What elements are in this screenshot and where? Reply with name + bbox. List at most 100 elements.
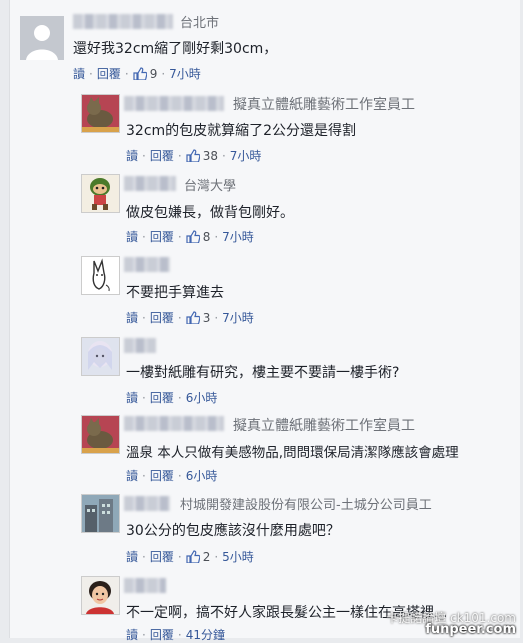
comment-4: 不要把手算進去 讀 · 回覆 · 3 · 7小時 xyxy=(0,253,523,333)
sketch-animal-avatar-icon xyxy=(82,257,119,294)
separator: · xyxy=(177,468,182,483)
separator: · xyxy=(177,310,182,325)
read-link[interactable]: 讀 xyxy=(126,626,138,643)
separator: · xyxy=(161,66,166,81)
commenter-name-blurred[interactable] xyxy=(73,14,173,29)
comment-5: 一樓對紙雕有研究，樓主要不要請一樓手術? 讀 · 回覆 · 6小時 xyxy=(0,333,523,411)
comment-actions: 讀 · 回覆 · 38 · 7小時 xyxy=(126,147,261,164)
commenter-affiliation: 台北市 xyxy=(180,16,220,31)
timestamp[interactable]: 6小時 xyxy=(186,389,218,406)
avatar[interactable] xyxy=(20,16,64,60)
comment-text: 32cm的包皮就算縮了2公分還是得割 xyxy=(126,123,357,139)
comment-text: 還好我32cm縮了剛好剩30cm， xyxy=(73,41,278,57)
separator: · xyxy=(142,468,146,483)
comment-actions: 讀 · 回覆 · 9 · 7小時 xyxy=(73,65,201,82)
watermark-site: funpeer.com xyxy=(425,622,516,637)
cat-photo-avatar-icon xyxy=(82,416,119,453)
reply-link[interactable]: 回覆 xyxy=(150,309,174,326)
separator: · xyxy=(177,549,182,564)
comment-text: 做皮包嫌長，做背包剛好。 xyxy=(126,205,294,221)
like-thumb-icon[interactable] xyxy=(186,230,200,243)
separator: · xyxy=(142,390,146,405)
separator: · xyxy=(142,549,146,564)
timestamp[interactable]: 41分鐘 xyxy=(186,626,225,643)
comment-3: 台灣大學 做皮包嫌長，做背包剛好。 讀 · 回覆 · 8 · 7小時 xyxy=(0,172,523,253)
like-thumb-icon[interactable] xyxy=(133,67,147,80)
avatar[interactable] xyxy=(81,94,120,133)
timestamp[interactable]: 7小時 xyxy=(169,65,201,82)
reply-link[interactable]: 回覆 xyxy=(150,147,174,164)
read-link[interactable]: 讀 xyxy=(126,389,138,406)
commenter-name-blurred[interactable] xyxy=(124,176,176,191)
comment-text: 不要把手算進去 xyxy=(126,285,224,301)
person-photo-avatar-icon xyxy=(82,577,119,614)
commenter-name-blurred[interactable] xyxy=(124,96,224,111)
like-thumb-icon[interactable] xyxy=(186,311,200,324)
like-thumb-icon[interactable] xyxy=(186,550,200,563)
read-link[interactable]: 讀 xyxy=(126,548,138,565)
separator: · xyxy=(142,148,146,163)
like-count: 38 xyxy=(202,148,218,163)
timestamp[interactable]: 7小時 xyxy=(230,147,262,164)
read-link[interactable]: 讀 xyxy=(126,309,138,326)
timestamp[interactable]: 6小時 xyxy=(186,467,218,484)
like-count: 8 xyxy=(202,229,211,244)
commenter-name-blurred[interactable] xyxy=(124,496,170,511)
timestamp[interactable]: 5小時 xyxy=(222,548,254,565)
separator: · xyxy=(142,229,146,244)
commenter-affiliation: 擬真立體紙雕藝術工作室員工 xyxy=(233,418,415,434)
default-avatar-icon xyxy=(20,16,64,60)
comment-text: 溫泉 本人只做有美感物品,問問環保局清潔隊應該會處理 xyxy=(126,445,459,461)
comment-7: 村城開發建設股份有限公司-土城分公司員工 30公分的包皮應該沒什麼用處吧？ 讀 … xyxy=(0,491,523,573)
commenter-affiliation: 台灣大學 xyxy=(184,179,237,194)
comment-actions: 讀 · 回覆 · 8 · 7小時 xyxy=(126,228,254,245)
read-link[interactable]: 讀 xyxy=(73,65,85,82)
comment-actions: 讀 · 回覆 · 2 · 5小時 xyxy=(126,548,254,565)
commenter-name-blurred[interactable] xyxy=(124,257,170,272)
comment-actions: 讀 · 回覆 · 41分鐘 xyxy=(126,626,225,643)
commenter-affiliation: 擬真立體紙雕藝術工作室員工 xyxy=(233,97,415,113)
reply-link[interactable]: 回覆 xyxy=(150,228,174,245)
like-thumb-icon[interactable] xyxy=(186,149,200,162)
cat-photo-avatar-icon xyxy=(82,95,119,132)
separator: · xyxy=(214,229,219,244)
anime-girl-avatar-icon xyxy=(82,338,119,375)
commenter-name-blurred[interactable] xyxy=(124,338,156,353)
site-watermark: 卡提諾論壇 ck101.com funpeer.com xyxy=(340,611,520,637)
like-count: 9 xyxy=(149,66,158,81)
avatar[interactable] xyxy=(81,174,120,213)
reply-link[interactable]: 回覆 xyxy=(150,548,174,565)
commenter-name-blurred[interactable] xyxy=(124,578,166,593)
separator: · xyxy=(177,390,182,405)
reply-link[interactable]: 回覆 xyxy=(150,626,174,643)
separator: · xyxy=(177,627,182,642)
reply-link[interactable]: 回覆 xyxy=(150,389,174,406)
reply-link[interactable]: 回覆 xyxy=(150,467,174,484)
timestamp[interactable]: 7小時 xyxy=(222,309,254,326)
read-link[interactable]: 讀 xyxy=(126,228,138,245)
comment-text: 30公分的包皮應該沒什麼用處吧？ xyxy=(126,523,340,539)
avatar[interactable] xyxy=(81,576,120,615)
read-link[interactable]: 讀 xyxy=(126,467,138,484)
comment-6: 擬真立體紙雕藝術工作室員工 溫泉 本人只做有美感物品,問問環保局清潔隊應該會處理… xyxy=(0,411,523,491)
avatar[interactable] xyxy=(81,494,120,533)
avatar[interactable] xyxy=(81,337,120,376)
separator: · xyxy=(89,66,93,81)
like-count: 3 xyxy=(202,310,211,325)
read-link[interactable]: 讀 xyxy=(126,147,138,164)
avatar[interactable] xyxy=(81,415,120,454)
commenter-affiliation: 村城開發建設股份有限公司-土城分公司員工 xyxy=(180,498,432,513)
separator: · xyxy=(142,627,146,642)
comment-actions: 讀 · 回覆 · 6小時 xyxy=(126,389,217,406)
building-photo-avatar-icon xyxy=(82,495,119,532)
like-count: 2 xyxy=(202,549,211,564)
comment-actions: 讀 · 回覆 · 3 · 7小時 xyxy=(126,309,254,326)
commenter-name-blurred[interactable] xyxy=(124,416,224,431)
comment-1: 台北市 還好我32cm縮了剛好剩30cm， 讀 · 回覆 · 9 · 7小時 xyxy=(0,0,523,90)
timestamp[interactable]: 7小時 xyxy=(222,228,254,245)
avatar[interactable] xyxy=(81,256,120,295)
separator: · xyxy=(124,66,129,81)
separator: · xyxy=(177,148,182,163)
comment-text: 一樓對紙雕有研究，樓主要不要請一樓手術? xyxy=(126,365,400,381)
reply-link[interactable]: 回覆 xyxy=(97,65,121,82)
